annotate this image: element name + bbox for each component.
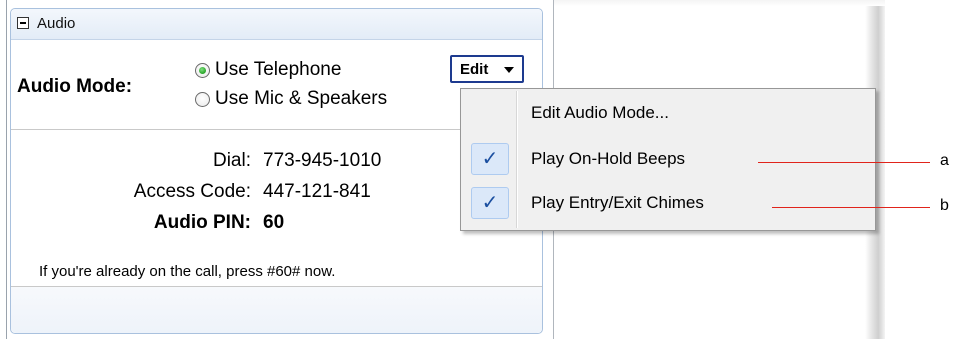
callout-line-b [772, 207, 930, 208]
edit-dropdown-menu: Edit Audio Mode... ✓ Play On-Hold Beeps … [460, 88, 876, 231]
chevron-down-icon [504, 67, 514, 73]
edit-button-label: Edit [460, 61, 489, 78]
dial-label: Dial: [212, 150, 251, 171]
menu-item-label: Play Entry/Exit Chimes [531, 193, 704, 212]
menu-item-play-on-hold-beeps[interactable]: ✓ Play On-Hold Beeps [463, 139, 873, 179]
panel-footer [11, 286, 542, 333]
radio-use-mic-speakers[interactable] [195, 92, 210, 107]
audio-pin-value: 60 [263, 212, 285, 233]
check-icon: ✓ [471, 143, 509, 175]
page-edge [6, 0, 7, 339]
already-on-call-note: If you're already on the call, press #60… [39, 263, 336, 280]
radio-use-telephone[interactable] [195, 63, 210, 78]
callout-label-b: b [940, 197, 949, 214]
edit-button[interactable]: Edit [450, 55, 524, 83]
access-code-value: 447-121-841 [263, 181, 371, 202]
panel-title: Audio [37, 15, 76, 32]
audio-pin-label: Audio PIN: [153, 212, 251, 233]
menu-item-label: Edit Audio Mode... [531, 103, 669, 122]
panel-header: Audio [11, 9, 542, 40]
collapse-icon[interactable] [17, 17, 29, 29]
dial-value: 773-945-1010 [263, 150, 382, 171]
callout-line-a [758, 162, 930, 163]
radio-label-use-mic-speakers[interactable]: Use Mic & Speakers [215, 88, 387, 110]
audio-mode-label: Audio Mode: [17, 76, 133, 97]
menu-item-label: Play On-Hold Beeps [531, 149, 686, 168]
window-shadow-top [553, 0, 885, 6]
access-code-label: Access Code: [133, 181, 251, 202]
menu-item-edit-audio-mode[interactable]: Edit Audio Mode... [463, 93, 873, 133]
check-icon: ✓ [471, 187, 509, 219]
menu-item-play-entry-exit-chimes[interactable]: ✓ Play Entry/Exit Chimes [463, 183, 873, 223]
callout-label-a: a [940, 152, 949, 169]
radio-label-use-telephone[interactable]: Use Telephone [215, 59, 341, 81]
